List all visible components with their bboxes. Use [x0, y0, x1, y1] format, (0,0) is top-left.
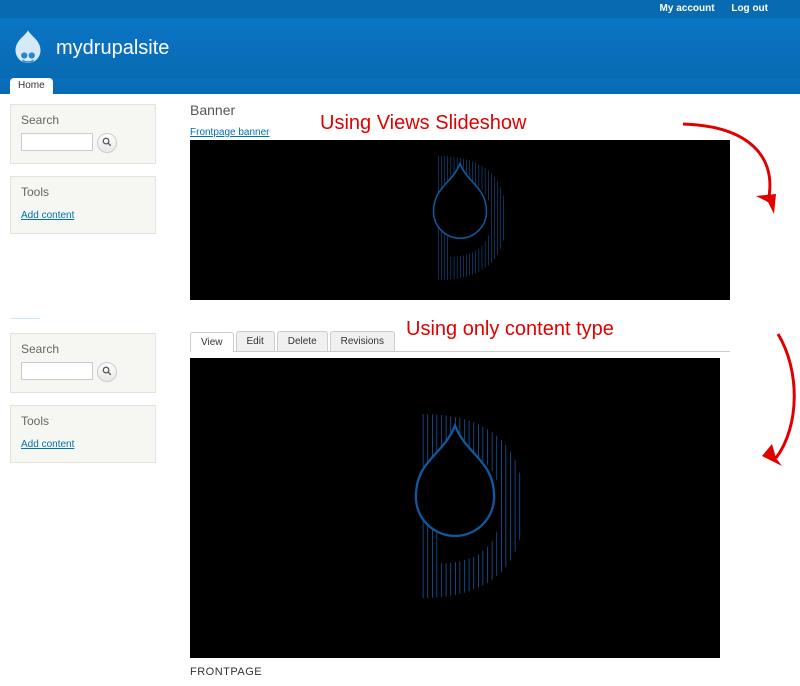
search-input-2[interactable] [21, 362, 93, 380]
sidebar-1: Search To [0, 94, 166, 250]
content-node: View Edit Delete Revisions [166, 323, 800, 686]
search-form-2 [21, 362, 145, 382]
logout-link[interactable]: Log out [731, 3, 768, 14]
primary-nav: Home [0, 78, 800, 94]
slideshow-image [380, 148, 540, 293]
page: My account Log out mydrupalsite Home Sea… [0, 0, 800, 686]
search-button-1[interactable] [97, 133, 117, 153]
views-slideshow-frame[interactable] [190, 140, 730, 300]
tab-revisions[interactable]: Revisions [330, 331, 395, 351]
search-input-1[interactable] [21, 133, 93, 151]
tools-block-1: Tools Add content [10, 176, 156, 234]
section-divider [10, 318, 40, 319]
banner-heading: Banner [190, 102, 790, 118]
body: Search To [0, 94, 800, 686]
add-content-link-1[interactable]: Add content [21, 210, 74, 221]
row-slideshow: Search To [0, 94, 800, 308]
search-block-1: Search [10, 104, 156, 164]
tools-block-2: Tools Add content [10, 405, 156, 463]
sidebar-2: Search To [0, 323, 166, 479]
search-button-2[interactable] [97, 362, 117, 382]
search-block-2: Search [10, 333, 156, 393]
search-label: Search [21, 113, 145, 127]
drupal-logo-icon [8, 28, 48, 68]
frontpage-label: FRONTPAGE [190, 666, 790, 678]
row-content-type: Search To [0, 323, 800, 686]
nav-tab-home[interactable]: Home [10, 78, 53, 94]
frontpage-banner-link[interactable]: Frontpage banner [190, 127, 270, 138]
add-content-link-2[interactable]: Add content [21, 439, 74, 450]
node-banner-image [340, 396, 570, 621]
node-tabs: View Edit Delete Revisions [190, 331, 730, 352]
content-slideshow: Banner Frontpage banner [166, 94, 800, 308]
tab-edit[interactable]: Edit [236, 331, 275, 351]
node-banner-frame[interactable] [190, 358, 720, 658]
tools-label-2: Tools [21, 414, 145, 428]
tab-delete[interactable]: Delete [277, 331, 328, 351]
tab-view[interactable]: View [190, 332, 234, 352]
top-links: My account Log out [0, 0, 800, 18]
tools-label: Tools [21, 185, 145, 199]
site-name[interactable]: mydrupalsite [56, 37, 169, 60]
header: mydrupalsite [0, 18, 800, 78]
search-form-1 [21, 133, 145, 153]
my-account-link[interactable]: My account [660, 3, 715, 14]
search-label-2: Search [21, 342, 145, 356]
search-icon [102, 366, 112, 379]
search-icon [102, 137, 112, 150]
